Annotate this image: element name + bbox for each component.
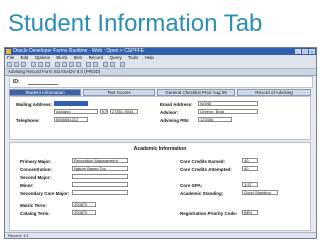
matric-term-label: Matric Term: — [20, 203, 47, 208]
menu-block[interactable]: Block — [56, 55, 67, 60]
advising-pin-label: Advising PIN: — [160, 118, 190, 123]
app-icon — [6, 49, 11, 54]
enter-query-icon[interactable] — [103, 62, 108, 67]
second-major-label: Second Major: — [20, 175, 52, 180]
academic-standing-label: Academic Standing: — [180, 191, 224, 196]
maximize-button[interactable]: □ — [302, 49, 308, 54]
menu-edit[interactable]: Edit — [21, 55, 29, 60]
menu-record[interactable]: Record — [89, 55, 104, 60]
matric-term-field[interactable]: 200870 — [72, 202, 96, 207]
app-screenshot: Oracle Developer Forms Runtime - Web : O… — [4, 47, 317, 239]
exit-icon[interactable] — [21, 62, 26, 67]
tab-test-scores[interactable]: Test Scores — [83, 89, 155, 96]
email-label: Email Address: — [160, 102, 193, 107]
primary-major-label: Primary Major: — [20, 159, 52, 164]
street-field[interactable] — [54, 101, 88, 106]
id-field[interactable] — [28, 79, 58, 85]
academic-section-title: Academic Information — [133, 146, 187, 152]
menu-query[interactable]: Query — [109, 55, 121, 60]
city-field[interactable]: Ashland — [54, 109, 98, 114]
menu-item[interactable]: Item — [74, 55, 83, 60]
tab-student-information[interactable]: Student Information — [9, 89, 81, 96]
core-gpa-field[interactable]: 3.57 — [242, 182, 258, 187]
advising-pin-field[interactable]: 123456 — [198, 117, 232, 122]
advisor-field[interactable]: Greene, Brad — [198, 109, 258, 114]
paste-icon[interactable] — [45, 62, 50, 67]
tab-general-checklist[interactable]: General Checklist Prior Aug 09 — [157, 89, 235, 96]
previous-block-icon[interactable] — [55, 62, 60, 67]
minor-field[interactable] — [72, 182, 128, 187]
menu-tools[interactable]: Tools — [128, 55, 139, 60]
print-icon[interactable] — [14, 62, 19, 67]
second-major-field[interactable] — [72, 174, 128, 179]
core-credits-earned-label: Core Credits Earned: — [180, 159, 226, 164]
core-gpa-label: Core GPA: — [180, 183, 203, 188]
window-titlebar: Oracle Developer Forms Runtime - Web : O… — [5, 48, 316, 55]
previous-record-icon[interactable] — [69, 62, 74, 67]
tab-bar: Student Information Test Scores General … — [9, 89, 311, 96]
contact-panel: Mailing Address: Ashland KY 27851-9034 T… — [9, 96, 311, 140]
core-credits-attempted-field[interactable]: 40 — [242, 166, 258, 171]
key-block: ID: — [9, 76, 313, 88]
form-subtitle: Advising Record Form SGASADV 8.0 (PROD) — [5, 69, 316, 76]
menu-help[interactable]: Help — [145, 55, 154, 60]
delete-record-icon[interactable] — [93, 62, 98, 67]
slide-title: Student Information Tab — [8, 10, 263, 37]
academic-panel: Academic Information Primary Major: Recr… — [9, 142, 311, 231]
core-credits-earned-field[interactable]: 40 — [242, 158, 258, 163]
state-field[interactable]: KY — [100, 109, 108, 114]
window-title: Oracle Developer Forms Runtime - Web : O… — [13, 48, 144, 54]
save-icon[interactable] — [7, 62, 12, 67]
telephone-field[interactable]: 5555551212 — [54, 117, 88, 122]
primary-major-field[interactable]: Recreation Management — [72, 158, 128, 163]
advisor-label: Advisor: — [160, 110, 179, 115]
email-field[interactable]: NONE — [198, 101, 258, 106]
secondary-core-label: Secondary Core Major: — [20, 191, 70, 196]
zip-field[interactable]: 27851-9034 — [110, 109, 138, 114]
registration-priority-label: Registration Priority Code: — [180, 211, 238, 216]
catalog-term-field[interactable]: 200870 — [72, 210, 96, 215]
help-icon[interactable] — [120, 62, 125, 67]
telephone-label: Telephone: — [16, 118, 40, 123]
mailing-address-label: Mailing Address: — [16, 102, 53, 107]
cut-icon[interactable] — [31, 62, 36, 67]
status-bar: Record: 1/1 — [5, 232, 316, 238]
catalog-term-label: Catalog Term: — [20, 211, 50, 216]
core-credits-attempted-label: Core Credits Attempted: — [180, 167, 232, 172]
next-block-icon[interactable] — [62, 62, 67, 67]
concentration-field[interactable]: Nature Based Tou — [72, 166, 128, 171]
execute-query-icon[interactable] — [110, 62, 115, 67]
tab-record-of-advising[interactable]: Record of Advising — [237, 89, 311, 96]
registration-priority-field[interactable]: BEH — [242, 210, 258, 215]
minor-label: Minor: — [20, 183, 34, 188]
secondary-core-field[interactable] — [72, 190, 128, 195]
next-record-icon[interactable] — [76, 62, 81, 67]
menu-options[interactable]: Options — [35, 55, 51, 60]
id-label: ID: — [13, 79, 20, 85]
toolbar — [5, 61, 316, 69]
insert-record-icon[interactable] — [86, 62, 91, 67]
menu-file[interactable]: File — [7, 55, 14, 60]
academic-standing-field[interactable]: Good Standing — [242, 190, 278, 195]
minimize-button[interactable]: _ — [295, 49, 301, 54]
concentration-label: Concentration: — [20, 167, 52, 172]
close-button[interactable]: × — [309, 49, 315, 54]
copy-icon[interactable] — [38, 62, 43, 67]
